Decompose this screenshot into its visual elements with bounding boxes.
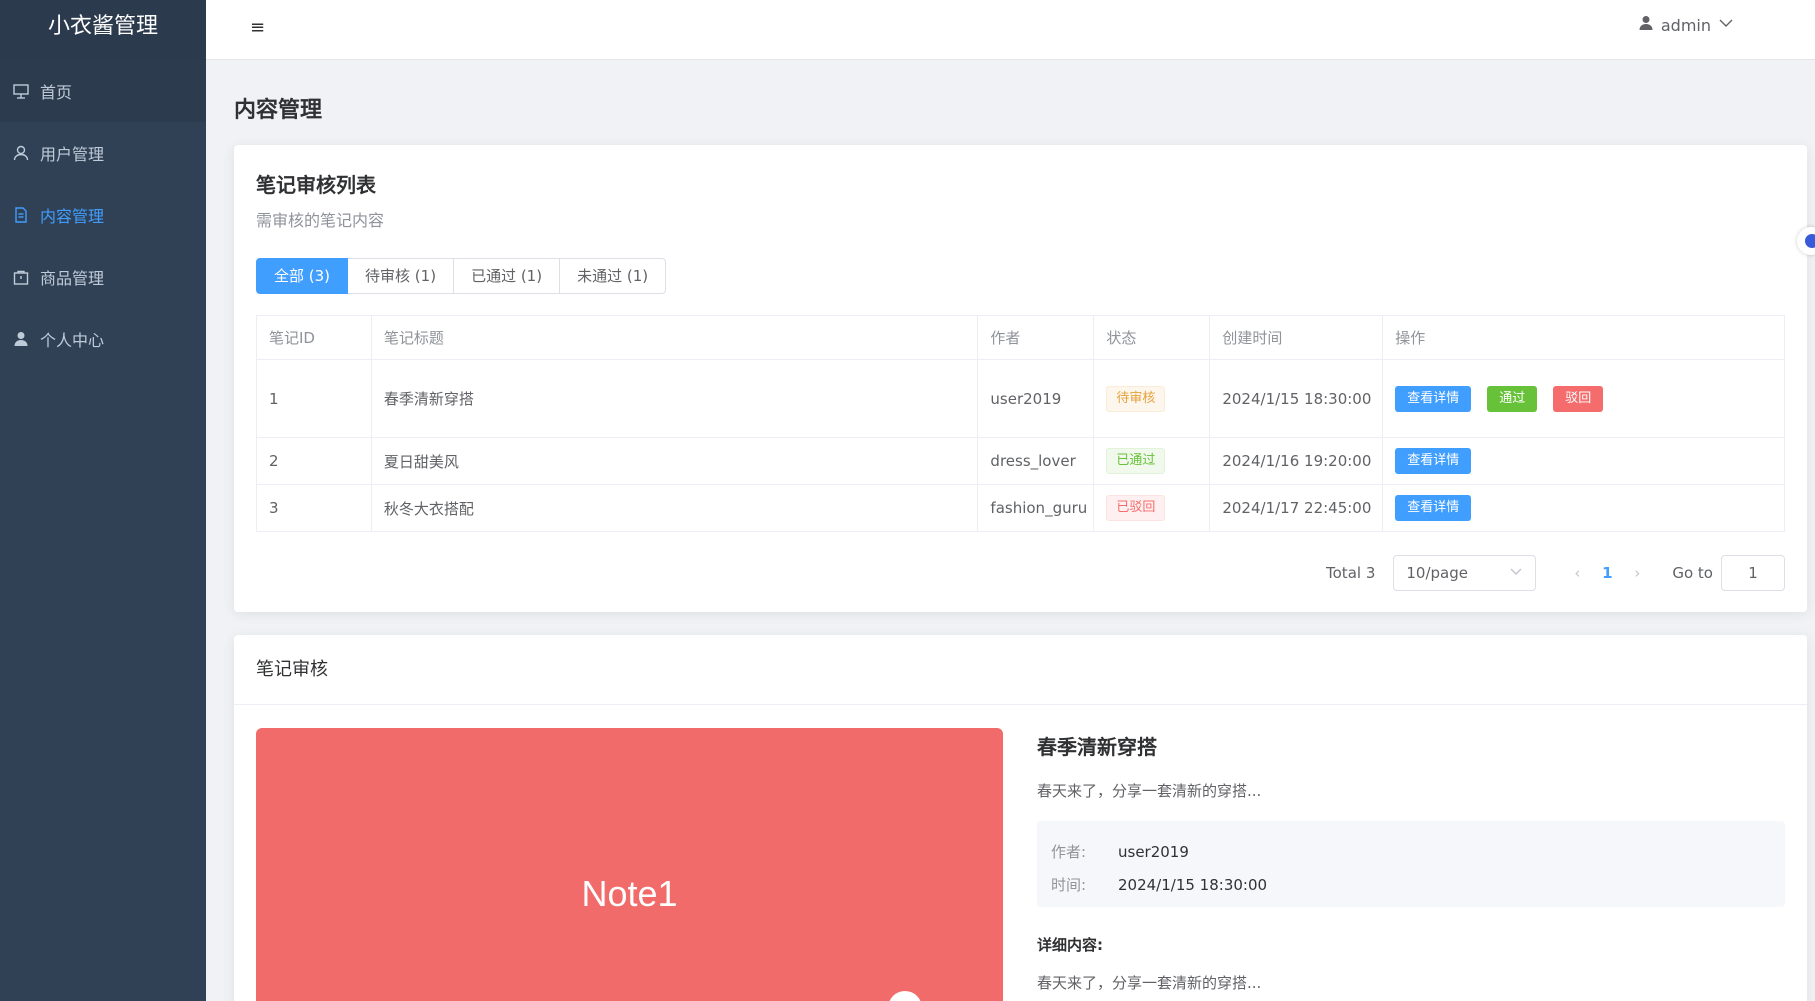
note-id: 2: [256, 437, 372, 485]
user-solid-icon: [12, 330, 30, 348]
column-header: 笔记ID: [256, 315, 372, 360]
main-content: 内容管理 笔记审核列表 需审核的笔记内容 全部 (3) 待审核 (1) 已通过 …: [206, 60, 1815, 1001]
note-detail: 春季清新穿搭 春天来了，分享一套清新的穿搭... 作者: user2019 时间…: [1037, 728, 1785, 993]
reject-button[interactable]: 驳回: [1553, 385, 1604, 412]
status-cell: 已通过: [1093, 437, 1211, 485]
sidebar-item-users[interactable]: 用户管理: [0, 122, 206, 184]
status-badge: 待审核: [1106, 385, 1166, 412]
tab-approved[interactable]: 已通过 (1): [454, 258, 561, 294]
card-title: 笔记审核列表: [256, 173, 376, 197]
page-size-value: 10/page: [1406, 564, 1468, 582]
tab-all[interactable]: 全部 (3): [256, 258, 349, 294]
sidebar: 小衣酱管理 首页 用户管理 内容管理 商品管理 个人中心: [0, 0, 206, 1001]
actions-cell: 查看详情: [1382, 484, 1785, 532]
user-dropdown[interactable]: admin: [1637, 14, 1735, 36]
notes-table: 笔记ID 笔记标题 作者 状态 创建时间 操作 1 春季清新穿搭 user201…: [256, 315, 1785, 532]
document-icon: [12, 206, 30, 224]
status-tabs: 全部 (3) 待审核 (1) 已通过 (1) 未通过 (1): [256, 258, 667, 294]
column-header: 笔记标题: [371, 315, 979, 360]
sidebar-item-products[interactable]: 商品管理: [0, 246, 206, 308]
page-size-select[interactable]: 10/page: [1393, 555, 1537, 591]
goto-label: Go to: [1672, 564, 1713, 582]
table-header-row: 笔记ID 笔记标题 作者 状态 创建时间 操作: [256, 315, 1785, 360]
note-id: 1: [256, 359, 372, 438]
sidebar-item-label: 首页: [40, 83, 73, 102]
sidebar-item-profile[interactable]: 个人中心: [0, 308, 206, 370]
note-id: 3: [256, 484, 372, 532]
view-details-button[interactable]: 查看详情: [1395, 385, 1472, 412]
table-row: 1 春季清新穿搭 user2019 待审核 2024/1/15 18:30:00…: [256, 359, 1785, 438]
note-title: 夏日甜美风: [371, 437, 979, 485]
column-header: 创建时间: [1209, 315, 1384, 360]
user-outline-icon: [12, 144, 30, 162]
approve-button[interactable]: 通过: [1487, 385, 1538, 412]
next-page-icon[interactable]: ›: [1622, 564, 1652, 582]
shopping-bag-icon: [12, 268, 30, 286]
detail-body: 春天来了，分享一套清新的穿搭...: [1037, 974, 1262, 992]
page-number[interactable]: 1: [1592, 564, 1622, 582]
column-header: 状态: [1093, 315, 1211, 360]
status-badge: 已通过: [1106, 448, 1166, 474]
author-value: user2019: [1118, 842, 1189, 861]
column-header: 作者: [977, 315, 1095, 360]
username: admin: [1660, 15, 1711, 35]
total-count: Total 3: [1326, 564, 1376, 582]
sidebar-item-label: 用户管理: [40, 145, 105, 164]
actions-cell: 查看详情: [1382, 437, 1785, 485]
tab-pending[interactable]: 待审核 (1): [348, 258, 455, 294]
chevron-down-icon: [1509, 564, 1523, 582]
chevron-down-icon: [1717, 14, 1735, 36]
note-image: Note1 ›: [256, 728, 1003, 1001]
time-label: 时间:: [1051, 876, 1087, 894]
actions-cell: 查看详情 通过 驳回: [1382, 359, 1785, 438]
note-image-label: Note1: [581, 873, 678, 914]
top-header: ≡ admin: [206, 0, 1815, 60]
note-title: 春季清新穿搭: [1037, 735, 1157, 759]
sidebar-item-content[interactable]: 内容管理: [0, 184, 206, 246]
card-title: 笔记审核: [234, 635, 1807, 705]
image-nav-button[interactable]: ›: [888, 991, 922, 1001]
prev-page-icon[interactable]: ‹: [1562, 564, 1592, 582]
status-cell: 已驳回: [1093, 484, 1211, 532]
detail-heading: 详细内容:: [1037, 936, 1103, 954]
page-title: 内容管理: [234, 98, 323, 123]
sidebar-item-home[interactable]: 首页: [0, 60, 206, 122]
note-author: user2019: [977, 359, 1095, 438]
status-badge: 已驳回: [1106, 495, 1166, 521]
status-cell: 待审核: [1093, 359, 1211, 438]
note-meta: 作者: user2019 时间: 2024/1/15 18:30:00: [1037, 821, 1785, 907]
sidebar-item-label: 内容管理: [40, 207, 105, 226]
note-title: 春季清新穿搭: [371, 359, 979, 438]
note-author: fashion_guru: [977, 484, 1095, 532]
view-details-button[interactable]: 查看详情: [1395, 495, 1472, 521]
table-row: 3 秋冬大衣搭配 fashion_guru 已驳回 2024/1/17 22:4…: [256, 484, 1785, 532]
monitor-icon: [12, 82, 30, 100]
note-review-card: 笔记审核 Note1 › 春季清新穿搭 春天来了，分享一套清新的穿搭... 作者…: [234, 635, 1807, 1001]
goto-page-input[interactable]: [1721, 555, 1785, 591]
created-time: 2024/1/15 18:30:00: [1209, 359, 1384, 438]
created-time: 2024/1/17 22:45:00: [1209, 484, 1384, 532]
note-title: 秋冬大衣搭配: [371, 484, 979, 532]
user-solid-icon: [1637, 14, 1655, 36]
author-label: 作者:: [1051, 843, 1087, 861]
tab-rejected[interactable]: 未通过 (1): [560, 258, 667, 294]
note-author: dress_lover: [977, 437, 1095, 485]
note-list-card: 笔记审核列表 需审核的笔记内容 全部 (3) 待审核 (1) 已通过 (1) 未…: [234, 145, 1807, 612]
column-header: 操作: [1382, 315, 1785, 360]
pagination: Total 3 10/page ‹ 1 › Go to: [1326, 555, 1785, 591]
sidebar-item-label: 个人中心: [40, 331, 105, 350]
created-time: 2024/1/16 19:20:00: [1209, 437, 1384, 485]
card-subtitle: 需审核的笔记内容: [256, 211, 385, 230]
menu-toggle-icon[interactable]: ≡: [250, 16, 274, 40]
time-value: 2024/1/15 18:30:00: [1118, 875, 1268, 894]
view-details-button[interactable]: 查看详情: [1395, 448, 1472, 474]
table-row: 2 夏日甜美风 dress_lover 已通过 2024/1/16 19:20:…: [256, 437, 1785, 485]
brand-title: 小衣酱管理: [0, 0, 206, 60]
note-summary: 春天来了，分享一套清新的穿搭...: [1037, 782, 1262, 800]
sidebar-item-label: 商品管理: [40, 269, 105, 288]
